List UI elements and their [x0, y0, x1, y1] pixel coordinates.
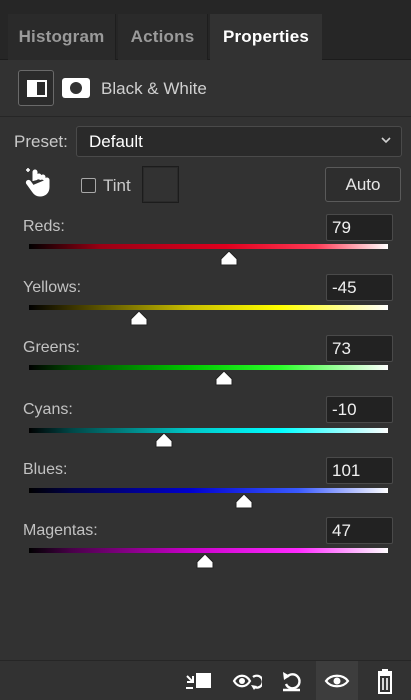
preset-value: Default [89, 132, 143, 151]
tab-actions[interactable]: Actions [118, 14, 208, 60]
adjustment-title: Black & White [101, 79, 207, 98]
greens-value-field[interactable]: 73 [326, 335, 393, 362]
reds-value-field[interactable]: 79 [326, 214, 393, 241]
tab-properties[interactable]: Properties [210, 14, 322, 60]
cyans-label: Cyans: [23, 401, 73, 418]
cyans-value-field[interactable]: -10 [326, 396, 393, 423]
blues-slider-thumb[interactable] [235, 494, 253, 509]
reset-icon[interactable] [278, 667, 308, 695]
blues-slider-track[interactable] [29, 488, 388, 493]
reds-label: Reds: [23, 218, 65, 235]
yellows-label: Yellows: [23, 279, 82, 296]
auto-button[interactable]: Auto [325, 167, 401, 202]
properties-panel: Histogram Actions Properties Black & Whi… [0, 0, 411, 700]
preset-dropdown[interactable]: Default [76, 126, 402, 157]
cyans-slider-track[interactable] [29, 428, 388, 433]
tab-histogram[interactable]: Histogram [8, 14, 116, 60]
reds-slider-thumb[interactable] [220, 251, 238, 266]
greens-slider-track[interactable] [29, 365, 388, 370]
tint-color-swatch[interactable] [142, 166, 179, 203]
yellows-slider-thumb[interactable] [130, 311, 148, 326]
cyans-slider-thumb[interactable] [155, 433, 173, 448]
black-white-adjustment-icon[interactable] [18, 70, 54, 106]
preset-label: Preset: [14, 132, 68, 151]
magentas-slider-thumb[interactable] [196, 554, 214, 569]
tint-checkbox[interactable] [81, 178, 96, 193]
greens-label: Greens: [23, 339, 80, 356]
yellows-value-field[interactable]: -45 [326, 274, 393, 301]
magentas-value-field[interactable]: 47 [326, 517, 393, 544]
view-previous-state-icon[interactable] [232, 667, 262, 695]
magentas-label: Magentas: [23, 522, 98, 539]
reds-slider-track[interactable] [29, 244, 388, 249]
yellows-slider-track[interactable] [29, 305, 388, 310]
blues-label: Blues: [23, 461, 68, 478]
layer-mask-icon[interactable] [62, 78, 90, 98]
blues-value-field[interactable]: 101 [326, 457, 393, 484]
panel-footer [0, 660, 411, 700]
header-divider [0, 116, 411, 117]
greens-slider-thumb[interactable] [215, 371, 233, 386]
eye-icon [324, 674, 350, 688]
clip-to-layer-icon[interactable] [183, 667, 213, 695]
toggle-visibility-button[interactable] [316, 661, 358, 700]
tint-label: Tint [103, 176, 131, 195]
chevron-down-icon [381, 137, 391, 144]
panel-tab-bar: Histogram Actions Properties [0, 0, 411, 60]
magentas-slider-track[interactable] [29, 548, 388, 553]
targeted-adjustment-hand-icon[interactable] [24, 167, 52, 199]
trash-icon[interactable] [370, 667, 400, 695]
